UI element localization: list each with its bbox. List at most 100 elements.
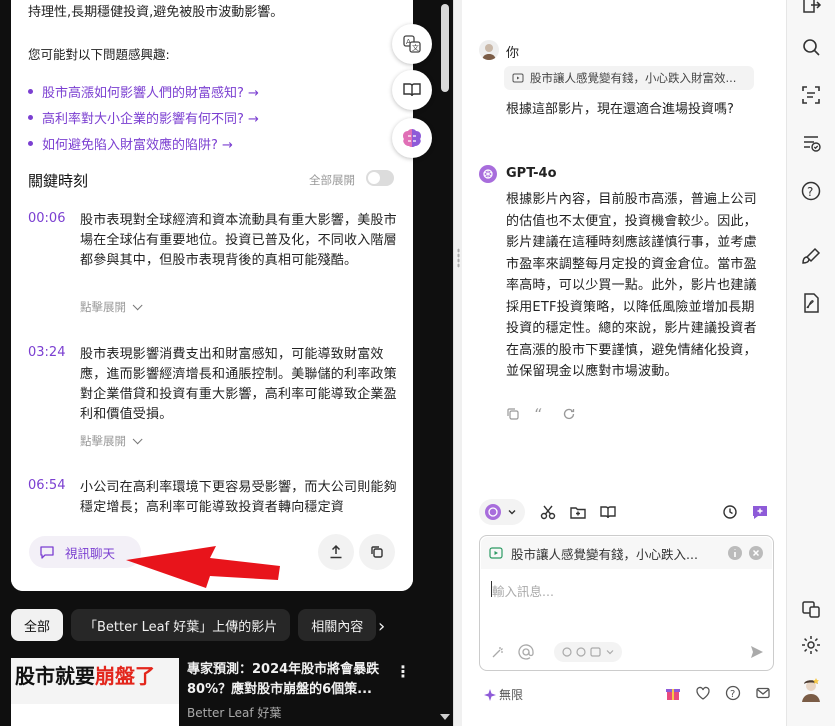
- svg-text:文: 文: [412, 43, 419, 52]
- video-chat-label: 視訊聊天: [65, 545, 116, 561]
- moment-timestamp[interactable]: 03:24: [28, 345, 65, 360]
- avatar: [479, 40, 499, 60]
- book-icon[interactable]: [599, 503, 617, 521]
- page-scrollbar[interactable]: [437, 0, 453, 726]
- more-vert-icon[interactable]: ⋮: [395, 662, 411, 681]
- send-icon[interactable]: [749, 644, 765, 660]
- scissors-icon[interactable]: [539, 503, 557, 521]
- devices-icon[interactable]: [800, 598, 822, 620]
- copy-icon[interactable]: [506, 406, 520, 420]
- add-folder-icon[interactable]: [569, 503, 587, 521]
- attachment-pill[interactable]: 股市讓人感覺變有錢，小心跌入財富效...: [504, 66, 754, 90]
- footer-actions: ?: [665, 685, 775, 703]
- scrollbar-thumb[interactable]: [441, 4, 449, 92]
- regenerate-icon[interactable]: [562, 406, 576, 420]
- bot-name: GPT-4o: [506, 166, 557, 181]
- chip-related[interactable]: 相關內容: [298, 609, 377, 641]
- magic-wand-icon[interactable]: [490, 644, 506, 660]
- svg-text:“: “: [534, 407, 542, 421]
- expand-all-toggle[interactable]: [366, 170, 394, 186]
- suggested-question[interactable]: 高利率對大小企業的影響有何不同? →: [28, 104, 259, 130]
- scan-text-icon[interactable]: [800, 84, 822, 106]
- suggested-question[interactable]: 股市高漲如何影響人們的財富感知? →: [28, 78, 259, 104]
- key-moments-title: 關鍵時刻: [28, 172, 89, 190]
- ai-assistant-button[interactable]: [392, 118, 432, 158]
- suggested-questions: 股市高漲如何影響人們的財富感知? → 高利率對大小企業的影響有何不同? → 如何…: [28, 78, 259, 156]
- mention-icon[interactable]: [518, 644, 534, 660]
- chevron-down-icon: [132, 299, 143, 310]
- user-name: 你: [506, 46, 520, 61]
- video-title[interactable]: 專家預測：2024年股市將會暴跌80%？應對股市崩盤的6個策...: [187, 660, 392, 700]
- right-sidebar: ?: [786, 0, 835, 726]
- message-input[interactable]: 輸入訊息...: [492, 581, 554, 600]
- message-composer[interactable]: 股市讓人感覺變有錢，小心跌入... 輸入訊息...: [479, 535, 774, 671]
- tools-selector[interactable]: [554, 642, 622, 662]
- sparkle-icon: [484, 688, 496, 701]
- brush-icon[interactable]: [800, 246, 822, 268]
- plan-badge[interactable]: 無限: [484, 686, 523, 703]
- task-list-icon[interactable]: [800, 132, 822, 154]
- search-icon[interactable]: [800, 36, 822, 58]
- chat-bubble-icon: [40, 546, 54, 559]
- moment-expand-button[interactable]: 點擊展開: [80, 299, 143, 315]
- reader-button[interactable]: [392, 70, 432, 110]
- moment-text: 股市表現影響消費支出和財富感知，可能導致財富效應，進而影響經濟增長和通脹控制。美…: [80, 347, 397, 422]
- help-icon[interactable]: ?: [800, 180, 822, 202]
- chat-panel: 你 股市讓人感覺變有錢，小心跌入財富效... 根據這部影片，現在還適合進場投資嗎…: [462, 0, 786, 726]
- chevron-down-icon: [508, 510, 516, 515]
- video-icon: [489, 547, 503, 559]
- avatar[interactable]: [798, 676, 824, 702]
- close-icon[interactable]: [748, 545, 764, 561]
- help-icon[interactable]: ?: [725, 685, 741, 701]
- history-icon[interactable]: [721, 503, 739, 521]
- copy-button[interactable]: [359, 534, 395, 570]
- video-icon: [512, 73, 524, 83]
- heart-icon[interactable]: [695, 685, 711, 701]
- recommended-video[interactable]: 股市就要崩盤了 專家預測：2024年股市將會暴跌80%？應對股市崩盤的6個策..…: [11, 658, 431, 726]
- chevron-right-icon[interactable]: ›: [378, 616, 385, 637]
- gpt-icon: [485, 504, 501, 520]
- translate-button[interactable]: A文: [392, 24, 432, 64]
- chevron-down-icon: [132, 433, 143, 444]
- panel-resize-handle[interactable]: [453, 0, 462, 726]
- chat-toolbar: [479, 499, 774, 525]
- scroll-down-icon[interactable]: [440, 714, 450, 720]
- gift-icon[interactable]: [665, 685, 681, 701]
- moment-expand-button[interactable]: 點擊展開: [80, 433, 143, 449]
- export-icon[interactable]: [800, 0, 822, 16]
- youtube-area: 持理性,長期穩健投資,避免被股市波動影響。 您可能對以下問題感興趣: 股市高漲如…: [0, 0, 453, 726]
- thumbnail-text: 股市就要崩盤了: [15, 664, 155, 688]
- share-button[interactable]: [318, 534, 354, 570]
- info-icon[interactable]: [727, 545, 743, 561]
- video-thumbnail[interactable]: 股市就要崩盤了: [11, 658, 179, 726]
- upload-icon: [330, 544, 342, 559]
- red-arrow-annotation: [126, 546, 280, 588]
- new-chat-icon[interactable]: [751, 503, 769, 521]
- book-icon: [403, 83, 421, 97]
- video-channel[interactable]: Better Leaf 好葉: [187, 704, 281, 721]
- mail-icon[interactable]: [755, 685, 771, 701]
- svg-text:?: ?: [807, 185, 813, 199]
- bot-message: 根據影片內容，目前股市高漲，普遍上公司的估值也不太便宜，投資機會較少。因此，影片…: [506, 192, 757, 379]
- moment-timestamp[interactable]: 06:54: [28, 478, 65, 493]
- composer-tools: [490, 642, 765, 662]
- gpt-icon: [479, 165, 497, 183]
- brain-icon: [403, 129, 421, 147]
- gear-icon[interactable]: [800, 634, 822, 656]
- model-selector[interactable]: [479, 499, 525, 525]
- chip-all[interactable]: 全部: [11, 609, 64, 641]
- copy-icon: [371, 546, 383, 558]
- message-actions: “: [506, 405, 590, 424]
- suggested-question[interactable]: 如何避免陷入財富效應的陷阱? →: [28, 130, 259, 156]
- moment-timestamp[interactable]: 00:06: [28, 211, 65, 226]
- svg-text:?: ?: [730, 689, 735, 700]
- chip-uploads[interactable]: 「Better Leaf 好葉」上傳的影片: [71, 609, 291, 641]
- pdf-icon[interactable]: [800, 292, 822, 314]
- quote-icon[interactable]: “: [534, 405, 548, 424]
- interest-label: 您可能對以下問題感興趣:: [28, 47, 170, 62]
- composer-attachment[interactable]: 股市讓人感覺變有錢，小心跌入...: [481, 537, 772, 569]
- translate-icon: A文: [403, 35, 421, 53]
- user-message: 根據這部影片，現在還適合進場投資嗎?: [506, 102, 734, 117]
- moment-text: 股市表現對全球經濟和資本流動具有重大影響，美股市場在全球佔有重要地位。投資已普及…: [80, 213, 397, 268]
- moment-text: 小公司在高利率環境下更容易受影響，而大公司則能夠穩定增長；高利率可能導致投資者轉…: [80, 480, 397, 515]
